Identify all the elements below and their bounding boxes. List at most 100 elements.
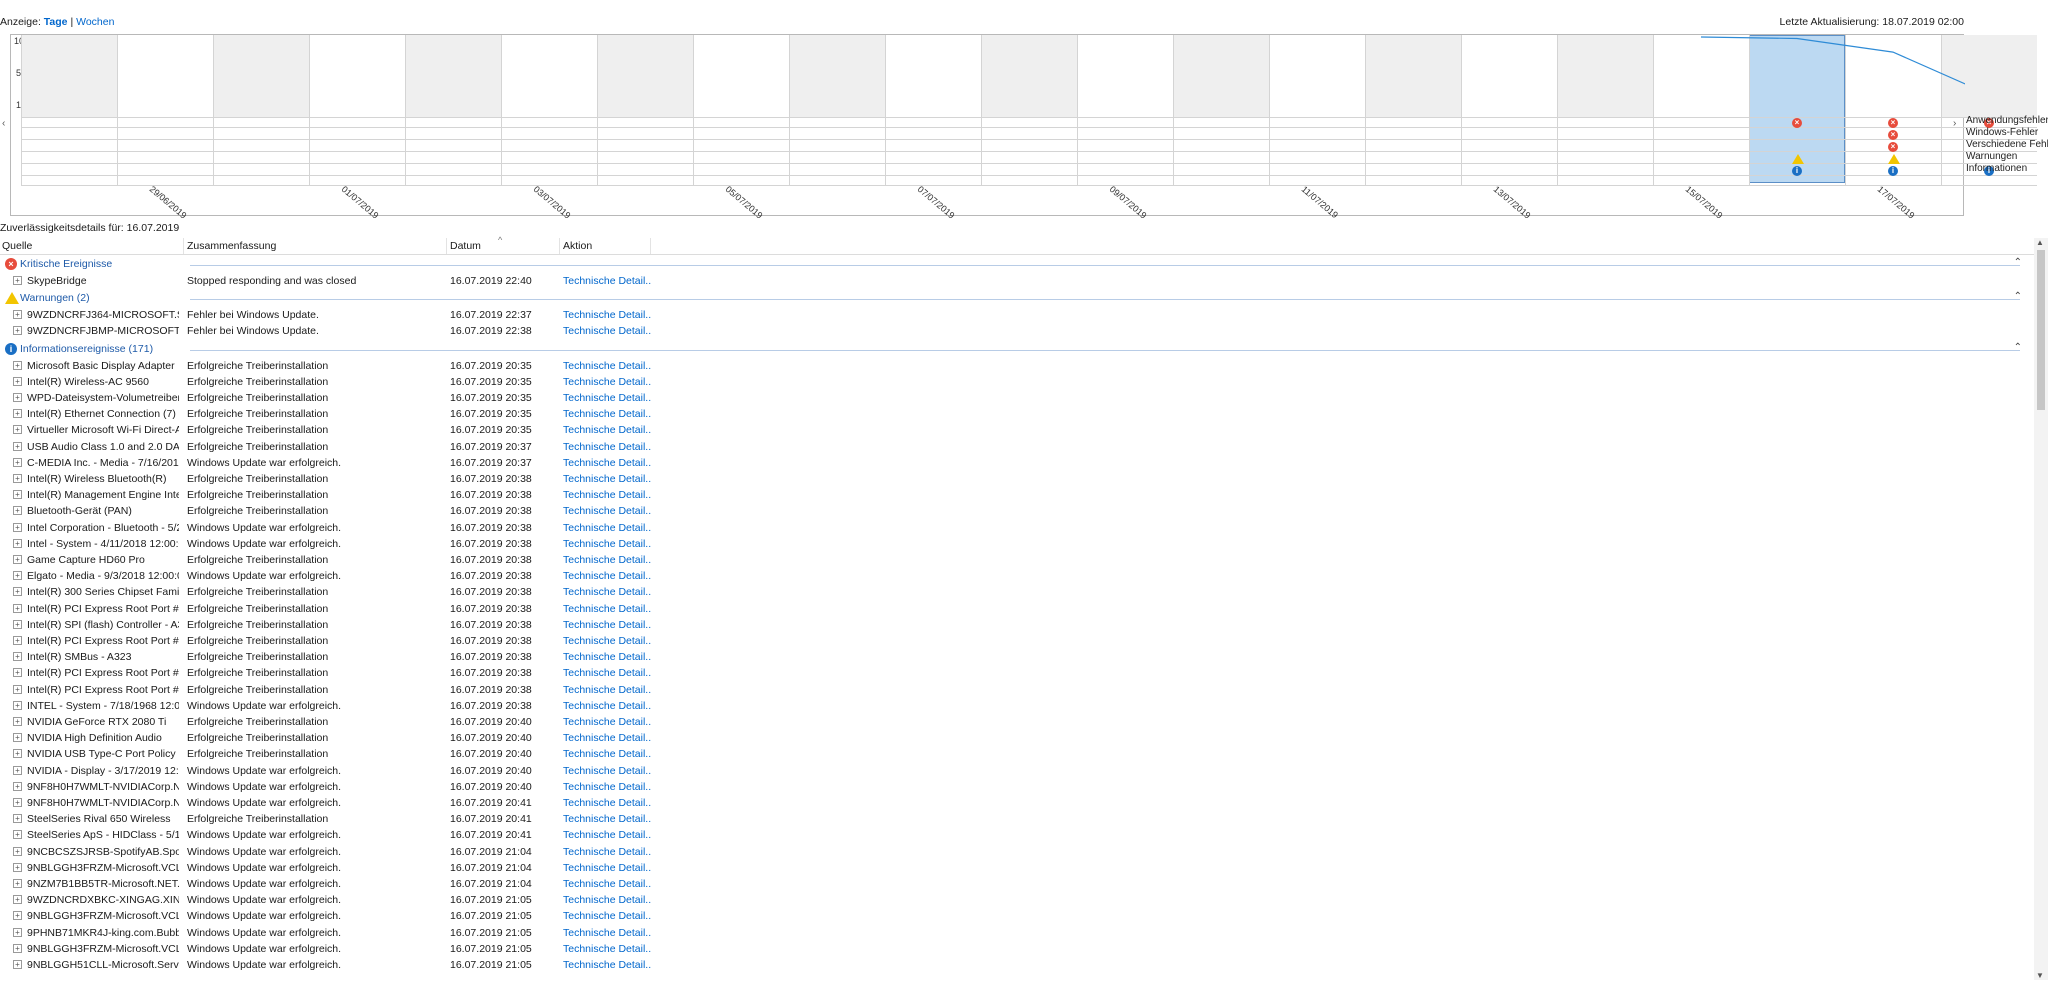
expand-row-icon[interactable]: + xyxy=(13,765,22,775)
table-row[interactable]: +9NBLGGH3FRZM-Microsoft.VCLib... Windows … xyxy=(0,941,2030,957)
technical-details-link[interactable]: Technische Detail... xyxy=(563,522,651,534)
table-row[interactable]: + Intel(R) Ethernet Connection (7) I2... E… xyxy=(0,406,2030,422)
table-row[interactable]: +9NBLGGH3FRZM-Microsoft.VCLib... Windows … xyxy=(0,908,2030,924)
table-row[interactable]: + NVIDIA USB Type-C Port Policy Co... Erfo… xyxy=(0,746,2030,762)
expand-row-icon[interactable]: + xyxy=(13,441,22,451)
table-row[interactable]: + Intel(R) SMBus - A323 Erfolgreiche Treib… xyxy=(0,649,2030,665)
technical-details-link[interactable]: Technische Detail... xyxy=(563,325,651,337)
expand-row-icon[interactable]: + xyxy=(13,490,22,500)
expand-row-icon[interactable]: + xyxy=(13,522,22,532)
technical-details-link[interactable]: Technische Detail... xyxy=(563,538,651,550)
technical-details-link[interactable]: Technische Detail... xyxy=(563,392,651,404)
technical-details-link[interactable]: Technische Detail... xyxy=(563,732,651,744)
expand-row-icon[interactable]: + xyxy=(13,474,22,483)
technical-details-link[interactable]: Technische Detail... xyxy=(563,651,651,663)
collapse-chevron-icon[interactable]: ⌃ xyxy=(2014,257,2022,268)
table-row[interactable]: + Virtueller Microsoft Wi-Fi Direct-A... E… xyxy=(0,422,2030,438)
table-row[interactable]: + NVIDIA GeForce RTX 2080 Ti Erfolgreiche … xyxy=(0,714,2030,730)
expand-row-icon[interactable]: + xyxy=(13,376,22,386)
table-row[interactable]: + Intel(R) PCI Express Root Port #9 - ...… xyxy=(0,665,2030,681)
column-separator[interactable] xyxy=(183,238,184,254)
technical-details-link[interactable]: Technische Detail... xyxy=(563,829,651,841)
technical-details-link[interactable]: Technische Detail... xyxy=(563,684,651,696)
table-row[interactable]: +9WZDNCRFJBMP-MICROSOFT.WI... Fehler bei … xyxy=(0,323,2030,339)
technical-details-link[interactable]: Technische Detail... xyxy=(563,927,651,939)
technical-details-link[interactable]: Technische Detail... xyxy=(563,275,651,287)
table-row[interactable]: + SkypeBridge Stopped responding and was c… xyxy=(0,273,2030,289)
event-group-label[interactable]: Warnungen (2) xyxy=(20,292,90,304)
table-row[interactable]: + SteelSeries Rival 650 Wireless Erfolgrei… xyxy=(0,811,2030,827)
technical-details-link[interactable]: Technische Detail... xyxy=(563,748,651,760)
table-row[interactable]: + Intel(R) PCI Express Root Port #17 ... E… xyxy=(0,601,2030,617)
expand-row-icon[interactable]: + xyxy=(13,749,22,759)
technical-details-link[interactable]: Technische Detail... xyxy=(563,894,651,906)
scrollbar-thumb[interactable] xyxy=(2037,250,2045,410)
expand-row-icon[interactable]: + xyxy=(13,276,22,285)
expand-row-icon[interactable]: + xyxy=(13,393,22,402)
technical-details-link[interactable]: Technische Detail... xyxy=(563,603,651,615)
event-group-label[interactable]: Informationsereignisse (171) xyxy=(20,343,153,355)
table-row[interactable]: + C-MEDIA Inc. - Media - 7/16/2018 ... Win… xyxy=(0,455,2030,471)
expand-row-icon[interactable]: + xyxy=(13,798,22,807)
technical-details-link[interactable]: Technische Detail... xyxy=(563,700,651,712)
event-group-header[interactable]: × Kritische Ereignisse ⌃ xyxy=(0,257,2030,271)
table-row[interactable]: + Bluetooth-Gerät (PAN) Erfolgreiche Treib… xyxy=(0,503,2030,519)
technical-details-link[interactable]: Technische Detail... xyxy=(563,441,651,453)
table-row[interactable]: + Intel(R) PCI Express Root Port #8 - ...… xyxy=(0,633,2030,649)
expand-row-icon[interactable]: + xyxy=(13,571,22,581)
technical-details-link[interactable]: Technische Detail... xyxy=(563,635,651,647)
view-days-link[interactable]: Tage xyxy=(44,16,68,28)
column-separator[interactable] xyxy=(446,238,447,254)
table-row[interactable]: + Intel(R) SPI (flash) Controller - A324 E… xyxy=(0,617,2030,633)
table-row[interactable]: +9NBLGGH51CLL-Microsoft.Service... Window… xyxy=(0,957,2030,973)
expand-row-icon[interactable]: + xyxy=(13,879,22,888)
technical-details-link[interactable]: Technische Detail... xyxy=(563,408,651,420)
expand-row-icon[interactable]: + xyxy=(13,360,22,370)
technical-details-link[interactable]: Technische Detail... xyxy=(563,716,651,728)
technical-details-link[interactable]: Technische Detail... xyxy=(563,959,651,971)
expand-row-icon[interactable]: + xyxy=(13,636,22,645)
expand-row-icon[interactable]: + xyxy=(13,846,22,856)
event-group-label[interactable]: Kritische Ereignisse xyxy=(20,258,112,270)
technical-details-link[interactable]: Technische Detail... xyxy=(563,797,651,809)
technical-details-link[interactable]: Technische Detail... xyxy=(563,862,651,874)
table-row[interactable]: + Intel - System - 4/11/2018 12:00:0... Wi… xyxy=(0,536,2030,552)
view-weeks-link[interactable]: Wochen xyxy=(76,16,114,28)
technical-details-link[interactable]: Technische Detail... xyxy=(563,360,651,372)
technical-details-link[interactable]: Technische Detail... xyxy=(563,878,651,890)
technical-details-link[interactable]: Technische Detail... xyxy=(563,667,651,679)
technical-details-link[interactable]: Technische Detail... xyxy=(563,376,651,388)
expand-row-icon[interactable]: + xyxy=(13,684,22,694)
table-row[interactable]: + Microsoft Basic Display Adapter Erfolgre… xyxy=(0,358,2030,374)
table-row[interactable]: + Intel(R) Management Engine Inter... Erfo… xyxy=(0,487,2030,503)
column-header-summary[interactable]: Zusammenfassung xyxy=(187,240,276,252)
column-header-action[interactable]: Aktion xyxy=(563,240,592,252)
expand-row-icon[interactable]: + xyxy=(13,895,22,905)
technical-details-link[interactable]: Technische Detail... xyxy=(563,846,651,858)
event-group-header[interactable]: Warnungen (2) ⌃ xyxy=(0,291,2030,305)
technical-details-link[interactable]: Technische Detail... xyxy=(563,424,651,436)
chart-scroll-left-button[interactable]: ‹ xyxy=(2,118,5,129)
expand-row-icon[interactable]: + xyxy=(13,506,22,516)
table-row[interactable]: + INTEL - System - 7/18/1968 12:00:0... Wi… xyxy=(0,698,2030,714)
table-row[interactable]: + Intel(R) Wireless Bluetooth(R) Erfolgrei… xyxy=(0,471,2030,487)
technical-details-link[interactable]: Technische Detail... xyxy=(563,505,651,517)
expand-row-icon[interactable]: + xyxy=(13,587,22,597)
expand-row-icon[interactable]: + xyxy=(13,927,22,937)
expand-row-icon[interactable]: + xyxy=(13,911,22,921)
technical-details-link[interactable]: Technische Detail... xyxy=(563,489,651,501)
expand-row-icon[interactable]: + xyxy=(13,409,22,419)
expand-row-icon[interactable]: + xyxy=(13,425,22,435)
technical-details-link[interactable]: Technische Detail... xyxy=(563,781,651,793)
technical-details-link[interactable]: Technische Detail... xyxy=(563,309,651,321)
vertical-scrollbar[interactable]: ▲ ▼ xyxy=(2034,238,2048,980)
table-row[interactable]: + SteelSeries ApS - HIDClass - 5/14/... Wi… xyxy=(0,827,2030,843)
table-row[interactable]: + Intel(R) Wireless-AC 9560 Erfolgreiche T… xyxy=(0,374,2030,390)
event-group-header[interactable]: i Informationsereignisse (171) ⌃ xyxy=(0,342,2030,356)
scroll-up-arrow-icon[interactable]: ▲ xyxy=(2036,238,2044,247)
expand-row-icon[interactable]: + xyxy=(13,326,22,336)
table-row[interactable]: + Game Capture HD60 Pro Erfolgreiche Treib… xyxy=(0,552,2030,568)
expand-row-icon[interactable]: + xyxy=(13,652,22,662)
table-row[interactable]: +9WZDNCRFJ364-MICROSOFT.SKY... Fehler bei… xyxy=(0,307,2030,323)
table-row[interactable]: + Elgato - Media - 9/3/2018 12:00:00... Wi… xyxy=(0,568,2030,584)
